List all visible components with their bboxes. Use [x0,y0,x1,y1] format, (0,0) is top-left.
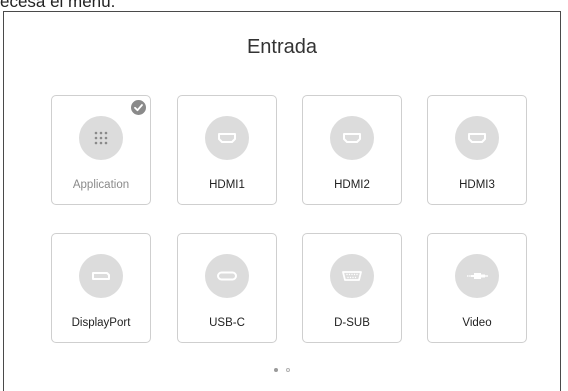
input-label: HDMI3 [459,179,495,191]
input-label: D-SUB [334,317,370,329]
input-tile-d-sub[interactable]: D-SUB [302,233,402,343]
usb-c-port-icon [205,254,249,298]
page-indicator [4,368,560,374]
input-label: HDMI1 [209,179,245,191]
input-tile-hdmi3[interactable]: HDMI3 [427,95,527,205]
input-label: Application [72,179,130,191]
selected-check-icon [131,100,146,115]
displayport-icon [79,254,123,298]
input-tile-hdmi1[interactable]: HDMI1 [177,95,277,205]
input-tile-usb-c[interactable]: USB-C [177,233,277,343]
page-dot-inactive[interactable] [286,368,290,372]
input-label: USB-C [209,317,245,329]
composite-video-icon [455,254,499,298]
hdmi-port-icon [330,116,374,160]
apps-grid-icon [79,116,123,160]
input-label: HDMI2 [334,179,370,191]
input-tile-video[interactable]: Video [427,233,527,343]
input-label: Video [462,317,492,329]
input-label: DisplayPort [71,317,131,329]
vga-port-icon [330,254,374,298]
hdmi-port-icon [455,116,499,160]
input-source-panel: Entrada Application HDMI1 HDMI2 HDMI3 Di… [3,11,561,391]
input-tile-hdmi2[interactable]: HDMI2 [302,95,402,205]
input-tile-application[interactable]: Application [51,95,151,205]
input-tile-displayport[interactable]: DisplayPort [51,233,151,343]
panel-title: Entrada [246,36,318,58]
page-dot-active[interactable] [274,368,278,372]
hdmi-port-icon [205,116,249,160]
